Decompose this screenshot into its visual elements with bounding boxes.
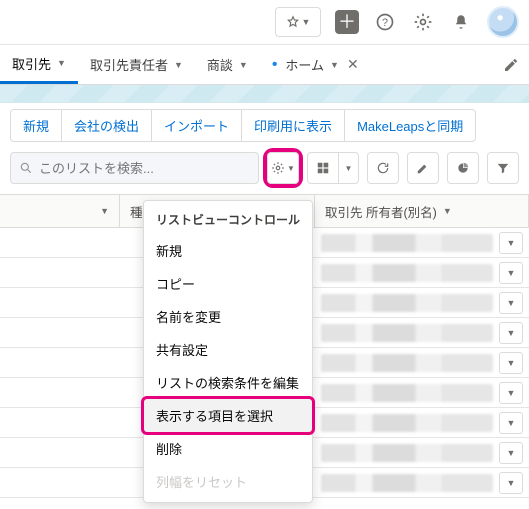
owner-cell [321,234,493,252]
owner-cell [321,294,493,312]
object-tab-bar: 取引先 ▼ 取引先責任者 ▼ 商談 ▼ • ホーム ▼ ✕ [0,45,529,85]
menu-item-clone[interactable]: コピー [144,267,312,300]
chevron-down-icon: ▼ [239,60,248,70]
chevron-down-icon: ▼ [57,58,66,68]
menu-item-rename[interactable]: 名前を変更 [144,300,312,333]
discover-companies-button[interactable]: 会社の検出 [62,109,152,142]
chevron-down-icon: ▼ [174,60,183,70]
chart-icon [456,161,470,175]
tab-label: ホーム [285,55,324,74]
chevron-down-icon: ▼ [287,164,295,173]
column-header-owner[interactable]: 取引先 所有者(別名) ▼ [315,195,529,227]
list-search[interactable] [10,152,259,184]
owner-cell [321,354,493,372]
gear-icon [413,12,433,32]
menu-item-reset-widths: 列幅をリセット [144,465,312,498]
row-actions-button[interactable]: ▼ [499,352,523,374]
bell-icon [452,13,470,31]
chevron-down-icon: ▼ [330,60,339,70]
display-as-button[interactable] [307,152,339,184]
tab-label: 商談 [207,55,233,74]
search-input[interactable] [39,161,250,176]
makeleaps-sync-button[interactable]: MakeLeapsと同期 [345,109,476,142]
tab-label: 取引先責任者 [90,55,168,74]
tab-home[interactable]: • ホーム ▼ ✕ [260,45,371,84]
menu-item-select-fields[interactable]: 表示する項目を選択 [144,399,312,432]
global-add-button[interactable]: ＋ [335,10,359,34]
help-button[interactable]: ? [373,10,397,34]
owner-cell [321,384,493,402]
list-view-controls-menu: リストビューコントロール 新規 コピー 名前を変更 共有設定 リストの検索条件を… [143,200,313,503]
tab-close-button[interactable]: ✕ [347,56,359,73]
owner-cell [321,444,493,462]
gear-icon [271,161,285,175]
list-action-bar: 新規 会社の検出 インポート 印刷用に表示 MakeLeapsと同期 [0,103,529,148]
column-label: 取引先 所有者(別名) [325,202,437,221]
new-button[interactable]: 新規 [10,109,62,142]
decorative-band [0,85,529,103]
tab-opportunities[interactable]: 商談 ▼ [195,45,260,84]
owner-cell [321,324,493,342]
chevron-down-icon: ▼ [443,206,452,216]
owner-cell [321,264,493,282]
row-actions-button[interactable]: ▼ [499,232,523,254]
owner-cell [321,414,493,432]
pencil-icon [416,161,430,175]
table-icon [316,161,330,175]
import-button[interactable]: インポート [152,109,242,142]
owner-cell [321,474,493,492]
refresh-button[interactable] [367,152,399,184]
list-toolbar: ▼ ▼ [0,148,529,194]
row-actions-button[interactable]: ▼ [499,292,523,314]
chevron-down-icon: ▼ [100,206,109,216]
row-actions-button[interactable]: ▼ [499,412,523,434]
edit-tabs-button[interactable] [493,45,529,84]
chevron-down-icon: ▼ [302,17,311,27]
menu-item-new[interactable]: 新規 [144,234,312,267]
printable-view-button[interactable]: 印刷用に表示 [242,109,345,142]
display-as-dropdown[interactable]: ▼ [339,152,359,184]
tab-accounts[interactable]: 取引先 ▼ [0,45,78,84]
menu-item-sharing[interactable]: 共有設定 [144,333,312,366]
row-actions-button[interactable]: ▼ [499,442,523,464]
chart-button[interactable] [447,152,479,184]
question-icon: ? [375,12,395,32]
list-view-controls-button[interactable]: ▼ [267,152,299,184]
svg-text:?: ? [382,17,388,29]
refresh-icon [376,161,390,175]
search-icon [19,161,33,175]
row-actions-button[interactable]: ▼ [499,262,523,284]
inline-edit-button[interactable] [407,152,439,184]
menu-item-edit-filters[interactable]: リストの検索条件を編集 [144,366,312,399]
column-label: 種 [130,202,143,221]
row-actions-button[interactable]: ▼ [499,382,523,404]
filter-icon [496,161,510,175]
setup-button[interactable] [411,10,435,34]
star-icon [286,15,300,29]
notifications-button[interactable] [449,10,473,34]
chevron-down-icon: ▼ [345,164,353,173]
filter-button[interactable] [487,152,519,184]
favorites-button[interactable]: ▼ [275,7,321,37]
tab-contacts[interactable]: 取引先責任者 ▼ [78,45,195,84]
row-actions-button[interactable]: ▼ [499,472,523,494]
user-avatar[interactable] [487,6,519,38]
global-utility-bar: ▼ ＋ ? [0,0,529,45]
column-header-1[interactable]: ▼ [0,195,120,227]
row-actions-button[interactable]: ▼ [499,322,523,344]
pencil-icon [503,57,519,73]
menu-header: リストビューコントロール [144,205,312,234]
tab-label: 取引先 [12,54,51,73]
menu-item-delete[interactable]: 削除 [144,432,312,465]
